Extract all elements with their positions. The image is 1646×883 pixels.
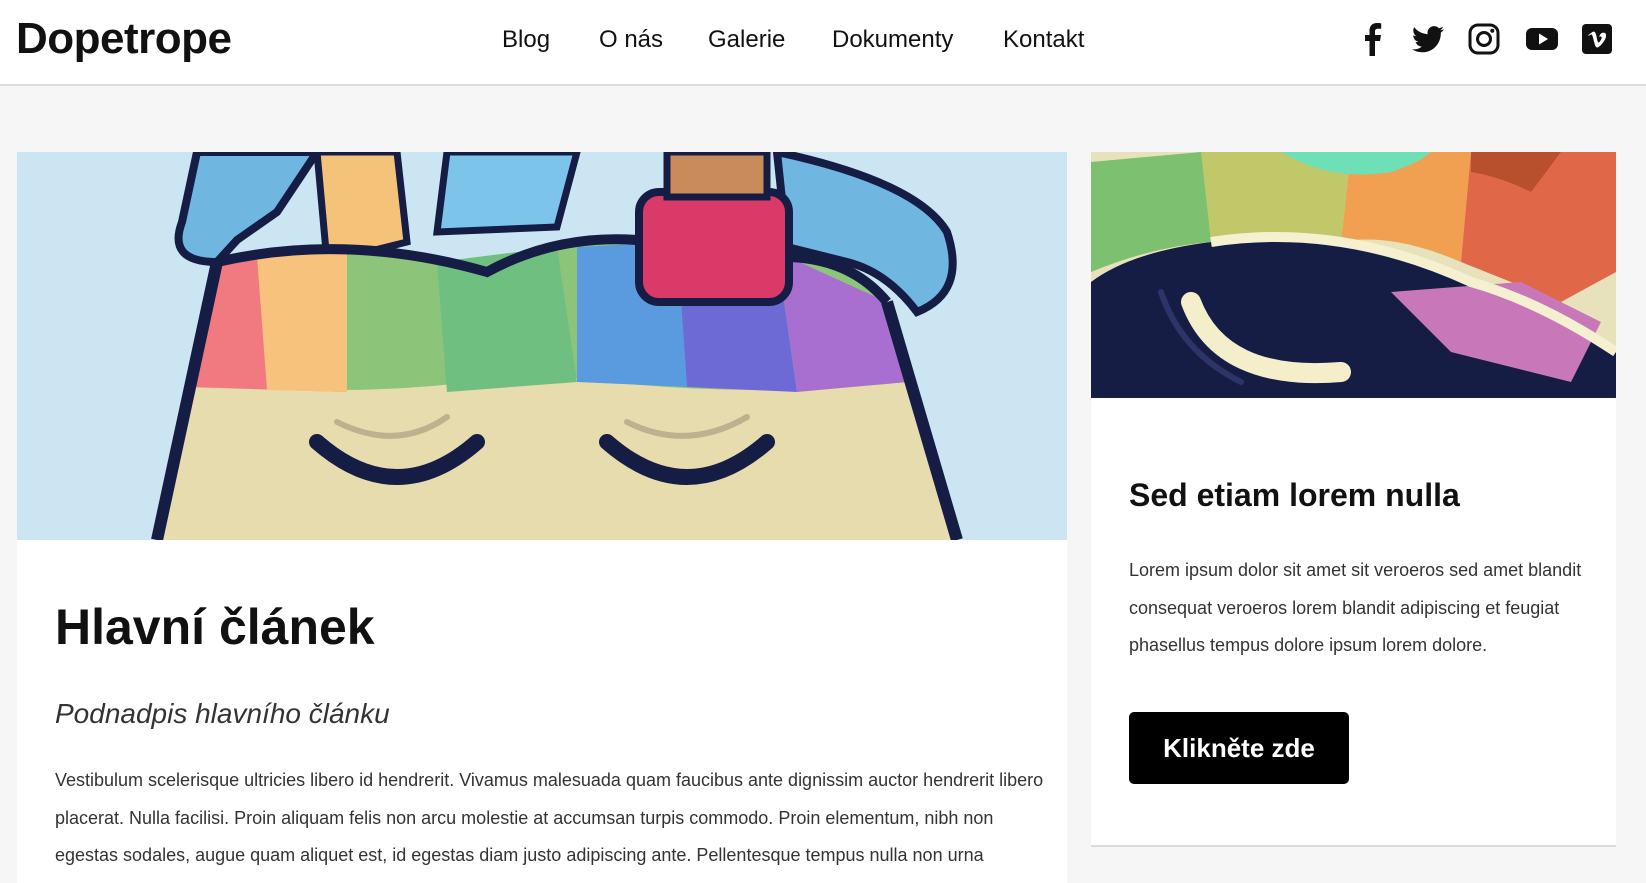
main-article-card: Hlavní článek Podnadpis hlavního článku …	[17, 152, 1067, 883]
youtube-icon[interactable]	[1525, 22, 1559, 56]
site-header: Dopetrope Blog O nás Galerie Dokumenty K…	[0, 0, 1646, 86]
side-article-title: Sed etiam lorem nulla	[1129, 477, 1460, 513]
vimeo-icon[interactable]	[1580, 22, 1614, 56]
nav-item-o-nas[interactable]: O nás	[599, 26, 663, 54]
side-article-card: Sed etiam lorem nulla Lorem ipsum dolor …	[1091, 152, 1616, 847]
main-article-subtitle: Podnadpis hlavního článku	[55, 698, 390, 729]
main-article-image[interactable]	[17, 152, 1067, 540]
click-here-button[interactable]: Klikněte zde	[1129, 712, 1349, 784]
nav-item-blog[interactable]: Blog	[502, 26, 550, 54]
twitter-icon[interactable]	[1411, 22, 1445, 56]
nav-item-dokumenty[interactable]: Dokumenty	[832, 26, 953, 54]
side-article-image[interactable]	[1091, 152, 1616, 398]
nav-item-galerie[interactable]: Galerie	[708, 26, 785, 54]
nav-item-kontakt[interactable]: Kontakt	[1003, 26, 1084, 54]
side-article-body: Lorem ipsum dolor sit amet sit veroeros …	[1129, 560, 1582, 655]
main-article-body: Vestibulum scelerisque ultricies libero …	[55, 770, 1044, 865]
instagram-icon[interactable]	[1467, 22, 1501, 56]
main-article-title: Hlavní článek	[55, 599, 375, 655]
main-nav: Blog O nás Galerie Dokumenty Kontakt	[0, 0, 1646, 86]
facebook-icon[interactable]	[1356, 22, 1390, 56]
